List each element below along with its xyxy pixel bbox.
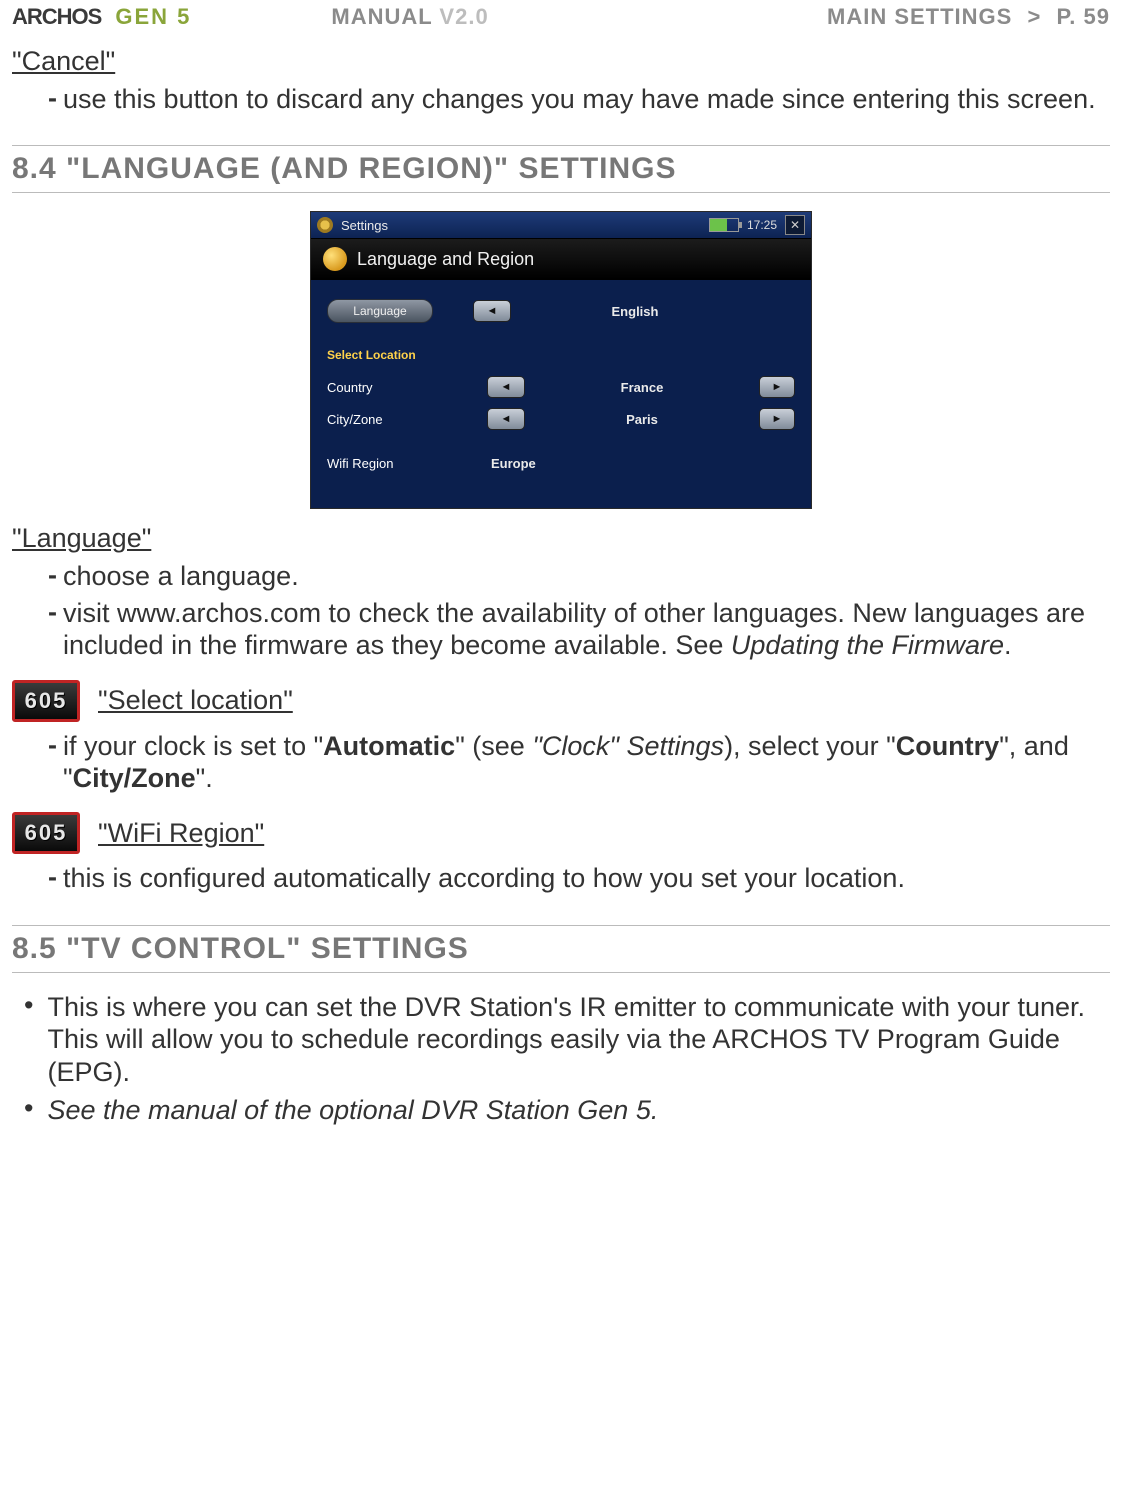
list-text: use this button to discard any changes y… xyxy=(63,83,1110,115)
battery-icon xyxy=(709,218,739,232)
clock-time: 17:25 xyxy=(747,218,777,232)
tv-control-list: • This is where you can set the DVR Stat… xyxy=(24,991,1110,1127)
bold-country: Country xyxy=(896,731,1000,761)
row-language: Language ◄ English xyxy=(327,296,795,326)
language-button[interactable]: Language xyxy=(327,299,433,323)
cityzone-right-arrow[interactable]: ► xyxy=(759,408,795,430)
list-text: choose a language. xyxy=(63,560,1110,592)
manual-version: V2.0 xyxy=(439,4,488,29)
text-run: if your clock is set to " xyxy=(63,731,323,761)
panel-title: Language and Region xyxy=(357,249,534,270)
row-wifi-region: Wifi Region Europe xyxy=(327,448,795,478)
dash-bullet: - xyxy=(48,597,57,628)
page-number: P. 59 xyxy=(1056,4,1110,29)
bullet-dot: • xyxy=(24,1094,33,1124)
dash-bullet: - xyxy=(48,730,57,761)
dash-bullet: - xyxy=(48,862,57,893)
list-item: - choose a language. xyxy=(48,560,1110,592)
window-titlebar: Settings 17:25 ✕ xyxy=(311,212,811,239)
brand-logo: ARCHOS xyxy=(12,4,101,30)
breadcrumb-section: MAIN SETTINGS xyxy=(827,4,1012,29)
cityzone-label: City/Zone xyxy=(327,412,487,427)
list-text: visit www.archos.com to check the availa… xyxy=(63,597,1110,662)
globe-icon xyxy=(323,247,347,271)
language-list: - choose a language. - visit www.archos.… xyxy=(48,560,1110,661)
model-605-badge: 605 xyxy=(12,812,80,854)
section-8-4-title: 8.4 "LANGUAGE (AND REGION)" SETTINGS xyxy=(12,145,1110,193)
panel-header: Language and Region xyxy=(311,239,811,280)
language-button-wrap: Language xyxy=(327,299,433,323)
select-location-badge-row: 605 "Select location" xyxy=(12,680,1110,722)
settings-screenshot: Settings 17:25 ✕ Language and Region Lan… xyxy=(310,211,812,509)
country-value: France xyxy=(525,380,759,395)
cancel-heading: "Cancel" xyxy=(12,46,1110,77)
wifi-region-heading: "WiFi Region" xyxy=(98,818,264,849)
doc-header: ARCHOS GEN 5 MANUAL V2.0 MAIN SETTINGS >… xyxy=(12,0,1110,32)
select-location-heading: "Select location" xyxy=(98,685,293,716)
language-left-arrow[interactable]: ◄ xyxy=(473,300,511,322)
list-item: - this is configured automatically accor… xyxy=(48,862,1110,894)
cancel-list: - use this button to discard any changes… xyxy=(48,83,1110,115)
wifi-region-list: - this is configured automatically accor… xyxy=(48,862,1110,894)
gear-icon xyxy=(317,217,333,233)
list-item: - if your clock is set to "Automatic" (s… xyxy=(48,730,1110,795)
product-line: GEN 5 xyxy=(115,4,191,30)
country-right-arrow[interactable]: ► xyxy=(759,376,795,398)
row-cityzone: City/Zone ◄ Paris ► xyxy=(327,404,795,434)
language-heading: "Language" xyxy=(12,523,1110,554)
close-button[interactable]: ✕ xyxy=(785,215,805,235)
wifi-region-value: Europe xyxy=(487,456,795,471)
screenshot-wrap: Settings 17:25 ✕ Language and Region Lan… xyxy=(12,211,1110,509)
breadcrumb: MAIN SETTINGS > P. 59 xyxy=(827,4,1110,30)
manual-word: MANUAL xyxy=(331,4,432,29)
text-run: ". xyxy=(196,763,213,793)
list-text: See the manual of the optional DVR Stati… xyxy=(47,1094,1110,1126)
text-run: ), select your " xyxy=(724,731,896,761)
list-text: this is configured automatically accordi… xyxy=(63,862,1110,894)
country-label: Country xyxy=(327,380,487,395)
select-location-label: Select Location xyxy=(327,348,487,362)
dash-bullet: - xyxy=(48,83,57,114)
bullet-dot: • xyxy=(24,991,33,1021)
wifi-region-label: Wifi Region xyxy=(327,456,487,471)
wifi-region-badge-row: 605 "WiFi Region" xyxy=(12,812,1110,854)
select-location-list: - if your clock is set to "Automatic" (s… xyxy=(48,730,1110,795)
clock-settings-link[interactable]: "Clock" Settings xyxy=(532,731,724,761)
list-item: - use this button to discard any changes… xyxy=(48,83,1110,115)
country-left-arrow[interactable]: ◄ xyxy=(487,376,525,398)
list-item: - visit www.archos.com to check the avai… xyxy=(48,597,1110,662)
row-select-location: Select Location xyxy=(327,340,795,370)
bold-cityzone: City/Zone xyxy=(73,763,196,793)
text-run: " (see xyxy=(455,731,532,761)
list-item: • See the manual of the optional DVR Sta… xyxy=(24,1094,1110,1126)
list-text: if your clock is set to "Automatic" (see… xyxy=(63,730,1110,795)
panel-body: Language ◄ English Select Location Count… xyxy=(311,280,811,508)
list-item: • This is where you can set the DVR Stat… xyxy=(24,991,1110,1088)
model-605-badge: 605 xyxy=(12,680,80,722)
dash-bullet: - xyxy=(48,560,57,591)
manual-label: MANUAL V2.0 xyxy=(331,4,488,30)
cityzone-left-arrow[interactable]: ◄ xyxy=(487,408,525,430)
breadcrumb-sep: > xyxy=(1027,4,1041,29)
bold-automatic: Automatic xyxy=(323,731,455,761)
row-country: Country ◄ France ► xyxy=(327,372,795,402)
cityzone-value: Paris xyxy=(525,412,759,427)
text-run: . xyxy=(1004,630,1012,660)
section-8-5-title: 8.5 "TV CONTROL" SETTINGS xyxy=(12,925,1110,973)
window-title: Settings xyxy=(341,218,388,233)
list-text: This is where you can set the DVR Statio… xyxy=(47,991,1110,1088)
language-value: English xyxy=(511,304,759,319)
updating-firmware-link[interactable]: Updating the Firmware xyxy=(731,630,1004,660)
